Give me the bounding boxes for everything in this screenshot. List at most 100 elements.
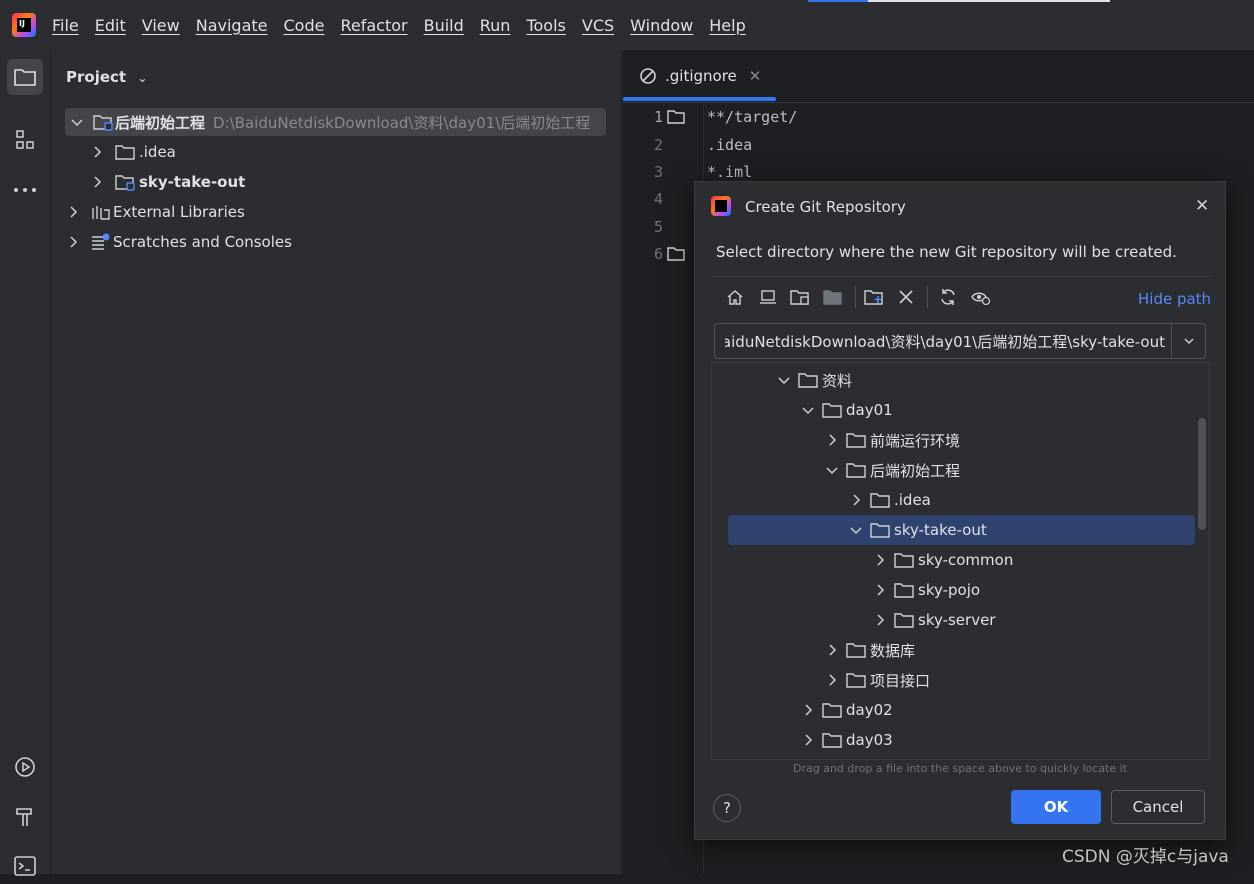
intellij-logo-icon: IJ <box>12 13 36 37</box>
menu-window[interactable]: Window <box>630 16 693 35</box>
structure-icon <box>16 130 34 149</box>
menu-vcs[interactable]: VCS <box>582 16 614 35</box>
project-root-name: 后端初始工程 <box>115 113 206 132</box>
tree-node-sky-server[interactable]: sky-server <box>872 605 995 635</box>
close-tab-icon[interactable]: ✕ <box>749 67 762 85</box>
editor-tab-gitignore[interactable]: .gitignore ✕ <box>623 50 776 102</box>
menu-file[interactable]: File <box>52 16 79 35</box>
directory-tree[interactable]: 资料 day01 前端运行环境 后端初始工程 .idea sky-take-ou… <box>711 362 1210 760</box>
new-folder-button[interactable] <box>863 286 885 308</box>
more-dots-icon <box>14 188 36 192</box>
tree-node-label: day03 <box>846 731 893 749</box>
tree-node-sky-take-out-selected[interactable]: sky-take-out <box>728 515 1195 545</box>
code-line[interactable]: **/target/ <box>707 108 797 126</box>
ok-button[interactable]: OK <box>1011 790 1101 824</box>
editor-tab-bar: .gitignore ✕ <box>623 50 1254 103</box>
folder-icon <box>14 69 36 86</box>
csdn-watermark: CSDN @灭掉c与java <box>1062 847 1229 867</box>
delete-icon <box>899 290 913 304</box>
tree-row-sky-take-out[interactable]: sky-take-out <box>89 168 245 196</box>
tree-row-idea[interactable]: .idea <box>89 138 176 166</box>
menu-refactor[interactable]: Refactor <box>340 16 407 35</box>
dialog-title: Create Git Repository <box>745 198 906 216</box>
folder-icon <box>894 583 914 598</box>
tree-node-sky-common[interactable]: sky-common <box>872 545 1013 575</box>
chevron-down-icon <box>778 377 790 385</box>
chevron-right-icon <box>829 644 837 656</box>
tree-node-ziliao[interactable]: 资料 <box>776 365 852 395</box>
home-icon <box>727 290 743 305</box>
intellij-logo-icon <box>711 196 731 216</box>
path-combobox[interactable]: D:\BaiduNetdiskDownload\资料\day01\后端初始工程\… <box>714 323 1206 359</box>
refresh-button[interactable] <box>937 286 959 308</box>
chevron-right-icon <box>877 614 885 626</box>
menu-run[interactable]: Run <box>480 16 511 35</box>
code-line[interactable]: *.iml <box>707 163 752 181</box>
tree-node-day01[interactable]: day01 <box>800 395 893 425</box>
more-tools-button[interactable] <box>7 172 43 208</box>
tree-row-external-libraries[interactable]: External Libraries <box>65 198 245 226</box>
desktop-icon <box>760 290 776 304</box>
close-icon[interactable]: ✕ <box>1195 196 1209 216</box>
show-hidden-button[interactable] <box>970 286 992 308</box>
cancel-button[interactable]: Cancel <box>1111 790 1205 824</box>
chevron-down-icon: ⌄ <box>137 71 148 85</box>
tree-node-day02[interactable]: day02 <box>800 695 893 725</box>
menu-navigate[interactable]: Navigate <box>196 16 268 35</box>
chevron-right-icon <box>829 674 837 686</box>
tree-node-label: sky-pojo <box>918 581 981 599</box>
top-accent-bar <box>808 0 868 2</box>
chevron-right-icon <box>70 206 78 218</box>
module-directory-button[interactable] <box>822 286 844 308</box>
folder-icon <box>870 523 890 538</box>
build-tool-button[interactable] <box>7 799 43 835</box>
home-button[interactable] <box>724 286 746 308</box>
drag-drop-hint: Drag and drop a file into the space abov… <box>792 762 1128 775</box>
menu-code[interactable]: Code <box>284 16 325 35</box>
code-line[interactable]: .idea <box>707 136 752 154</box>
dialog-separator <box>711 276 1211 277</box>
tree-node-day03[interactable]: day03 <box>800 725 893 755</box>
toolbar-separator <box>855 286 856 308</box>
chevron-right-icon <box>805 734 813 746</box>
tree-node-database[interactable]: 数据库 <box>824 635 915 665</box>
folder-icon <box>822 703 842 718</box>
tree-node-sky-pojo[interactable]: sky-pojo <box>872 575 980 605</box>
help-button[interactable]: ? <box>713 794 741 822</box>
tree-row-scratches[interactable]: Scratches and Consoles <box>65 228 292 256</box>
menu-edit[interactable]: Edit <box>95 16 126 35</box>
project-tool-button[interactable] <box>7 59 43 95</box>
chevron-right-icon <box>829 434 837 446</box>
folder-icon <box>870 493 890 508</box>
top-progress-bar <box>868 0 1110 2</box>
tree-node-frontend-env[interactable]: 前端运行环境 <box>824 425 960 455</box>
menu-help[interactable]: Help <box>709 16 745 35</box>
menu-view[interactable]: View <box>142 16 180 35</box>
tree-row-root[interactable]: 后端初始工程 D:\BaiduNetdiskDownload\资料\day01\… <box>65 108 606 136</box>
line-number: 5 <box>653 218 663 236</box>
services-tool-button[interactable] <box>7 749 43 785</box>
desktop-button[interactable] <box>757 286 779 308</box>
tree-node-backend-init[interactable]: 后端初始工程 <box>824 455 960 485</box>
menu-build[interactable]: Build <box>424 16 464 35</box>
fold-folder-icon[interactable] <box>667 109 685 125</box>
fold-folder-icon[interactable] <box>667 246 685 262</box>
tree-node-label: day01 <box>846 401 893 419</box>
tree-scrollbar[interactable] <box>1198 418 1206 530</box>
editor-tab-label: .gitignore <box>665 67 737 85</box>
line-number: 4 <box>653 190 663 208</box>
chevron-down-icon <box>802 407 814 415</box>
folder-icon <box>798 373 818 388</box>
tree-node-idea[interactable]: .idea <box>848 485 931 515</box>
project-directory-button[interactable] <box>789 286 811 308</box>
project-panel-title[interactable]: Project ⌄ <box>66 68 147 86</box>
path-input[interactable]: D:\BaiduNetdiskDownload\资料\day01\后端初始工程\… <box>725 331 1165 352</box>
menu-tools[interactable]: Tools <box>526 16 565 35</box>
structure-tool-button[interactable] <box>7 122 43 158</box>
hide-path-link[interactable]: Hide path <box>1138 290 1211 308</box>
path-dropdown-button[interactable] <box>1171 324 1206 358</box>
tree-node-label: day02 <box>846 701 893 719</box>
tree-node-api[interactable]: 项目接口 <box>824 665 930 695</box>
terminal-tool-button[interactable] <box>7 848 43 884</box>
delete-button[interactable] <box>895 286 917 308</box>
